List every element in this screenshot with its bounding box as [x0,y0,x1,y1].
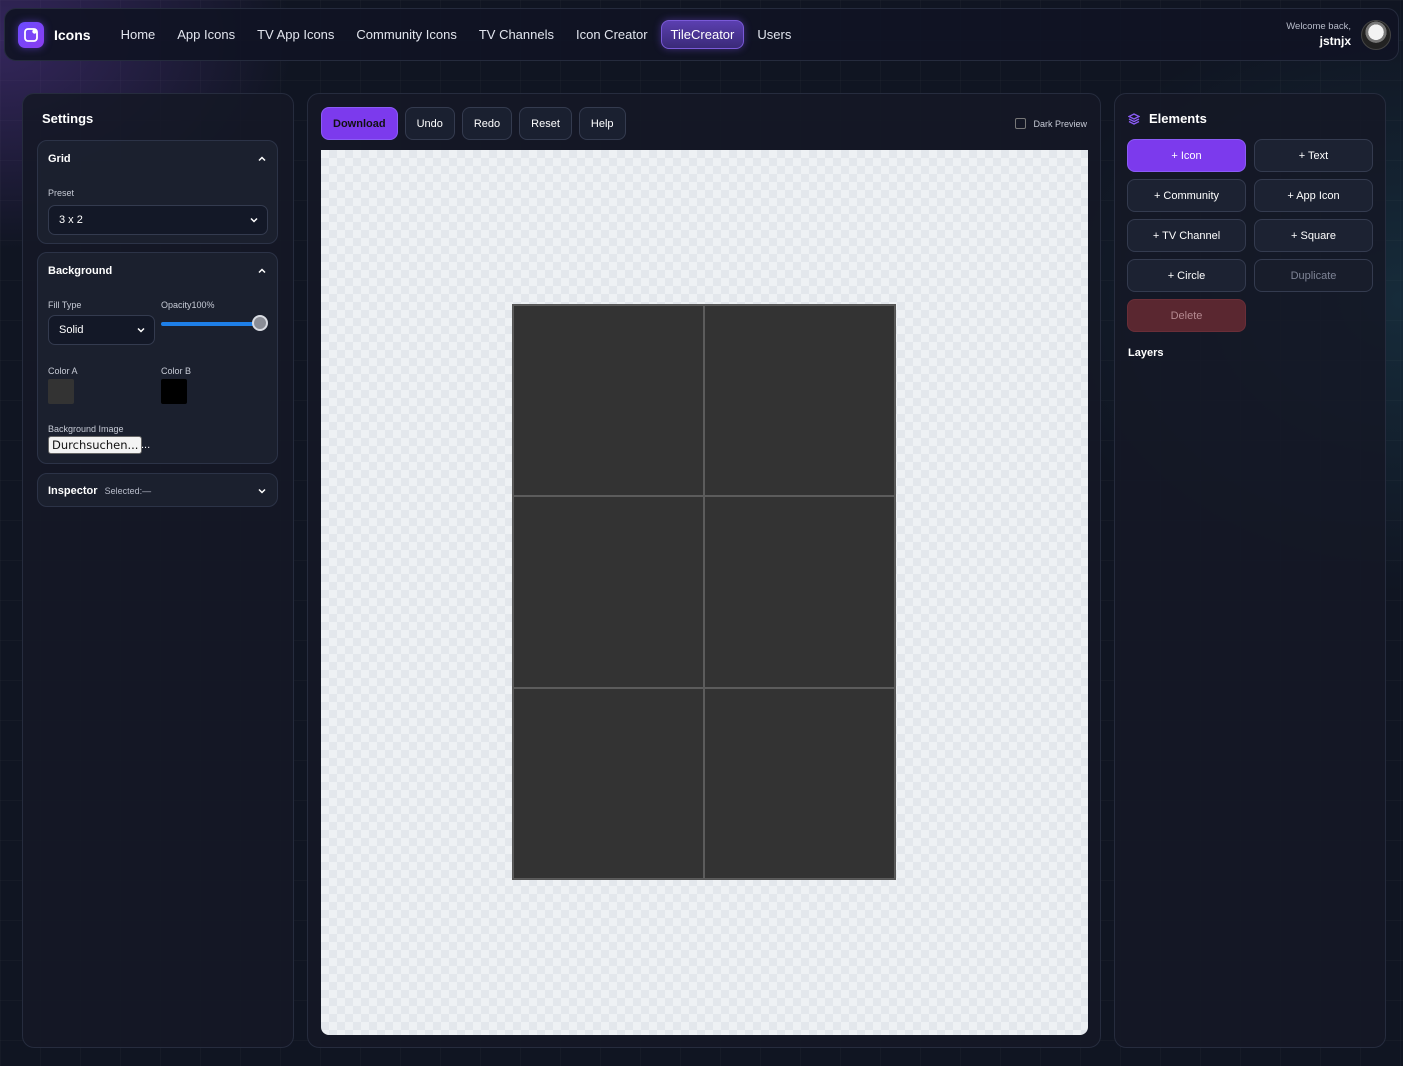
redo-button[interactable]: Redo [461,107,513,140]
fill-type-label: Fill Type [48,300,82,310]
nav-link-icon-creator[interactable]: Icon Creator [567,21,657,48]
user-greeting: Welcome back, jstnjx [1286,21,1351,48]
opacity-value: 100% [191,300,215,310]
inspector-title: Inspector [48,485,98,497]
elements-title: Elements [1149,111,1207,126]
preset-select[interactable]: 3 x 2 [48,205,268,235]
add-community-button[interactable]: + Community [1127,179,1246,212]
tile-cell[interactable] [704,305,895,497]
grid-section: Grid Preset 3 x 2 [37,140,278,244]
nav-link-tv-channels[interactable]: TV Channels [470,21,563,48]
welcome-text: Welcome back, [1286,21,1351,32]
brand-name: Icons [54,26,91,43]
reset-button[interactable]: Reset [519,107,572,140]
grid-section-title: Grid [48,153,71,165]
tile-cell[interactable] [513,687,704,879]
layers-label: Layers [1128,347,1164,359]
opacity-label: Opacity100% [161,300,215,310]
chevron-up-icon[interactable] [257,154,267,164]
nav-links: Home App Icons TV App Icons Community Ic… [112,20,805,49]
background-section-header[interactable]: Background [48,265,267,277]
tile-cell[interactable] [513,496,704,688]
canvas-panel: Download Undo Redo Reset Help Dark Previ… [307,93,1101,1048]
elements-header: Elements [1128,111,1207,126]
settings-title: Settings [42,111,94,126]
background-section-title: Background [48,265,113,277]
tile-cell[interactable] [704,687,895,879]
chevron-down-icon [250,217,258,223]
opacity-slider-thumb[interactable] [252,315,268,331]
avatar[interactable] [1361,19,1391,50]
nav-link-tilecreator[interactable]: TileCreator [660,20,745,49]
user-area[interactable]: Welcome back, jstnjx [1286,19,1391,50]
add-tv-channel-button[interactable]: + TV Channel [1127,219,1246,252]
dark-preview-checkbox[interactable] [1015,118,1027,129]
chevron-down-icon[interactable] [257,486,267,496]
brand[interactable]: Icons [18,21,91,48]
tile-grid[interactable] [512,304,896,880]
add-text-button[interactable]: + Text [1254,139,1373,172]
background-section: Background Fill Type Solid Opacity100% C… [37,252,278,464]
layers-icon [1128,112,1140,125]
inspector-section[interactable]: Inspector Selected:— [37,473,278,507]
inspector-title-group: Inspector Selected:— [48,485,151,497]
inspector-selected: Selected:— [104,486,152,496]
elements-buttons: + Icon + Text + Community + App Icon + T… [1127,139,1373,332]
color-a-swatch[interactable] [48,379,74,404]
add-app-icon-button[interactable]: + App Icon [1254,179,1373,212]
chevron-down-icon [137,327,145,333]
top-navigation: Icons Home App Icons TV App Icons Commun… [4,8,1399,61]
duplicate-button[interactable]: Duplicate [1254,259,1373,292]
tile-cell[interactable] [704,496,895,688]
color-b-swatch[interactable] [161,379,187,404]
inspector-section-header[interactable]: Inspector Selected:— [48,485,267,497]
dark-preview-label: Dark Preview [1033,118,1087,129]
nav-link-users[interactable]: Users [748,21,800,48]
grid-section-header[interactable]: Grid [48,153,267,165]
username: jstnjx [1319,34,1351,48]
fill-type-value: Solid [59,324,84,336]
undo-button[interactable]: Undo [404,107,455,140]
opacity-label-text: Opacity [161,300,192,310]
tile-cell[interactable] [513,305,704,497]
elements-panel: Elements + Icon + Text + Community + App… [1114,93,1386,1048]
nav-link-tv-app-icons[interactable]: TV App Icons [248,21,343,48]
help-button[interactable]: Help [578,107,626,140]
browse-file-button[interactable]: Durchsuchen... [48,436,143,454]
toolbar: Download Undo Redo Reset Help [321,107,633,140]
download-button[interactable]: Download [321,107,398,140]
preset-value: 3 x 2 [59,214,83,226]
file-name: ... [141,439,151,451]
canvas-area[interactable] [321,150,1088,1035]
fill-type-select[interactable]: Solid [48,315,155,345]
add-icon-button[interactable]: + Icon [1127,139,1246,172]
color-a-label: Color A [48,366,78,376]
delete-button[interactable]: Delete [1127,299,1246,332]
dark-preview-toggle[interactable]: Dark Preview [1015,118,1087,129]
brand-logo-icon [18,21,44,48]
settings-panel: Settings Grid Preset 3 x 2 Background Fi… [22,93,294,1048]
nav-link-home[interactable]: Home [112,21,165,48]
chevron-up-icon[interactable] [257,266,267,276]
preset-label: Preset [48,188,75,198]
add-square-button[interactable]: + Square [1254,219,1373,252]
add-circle-button[interactable]: + Circle [1127,259,1246,292]
nav-link-app-icons[interactable]: App Icons [168,21,244,48]
background-image-label: Background Image [48,424,124,434]
color-b-label: Color B [161,366,192,376]
nav-link-community-icons[interactable]: Community Icons [347,21,465,48]
